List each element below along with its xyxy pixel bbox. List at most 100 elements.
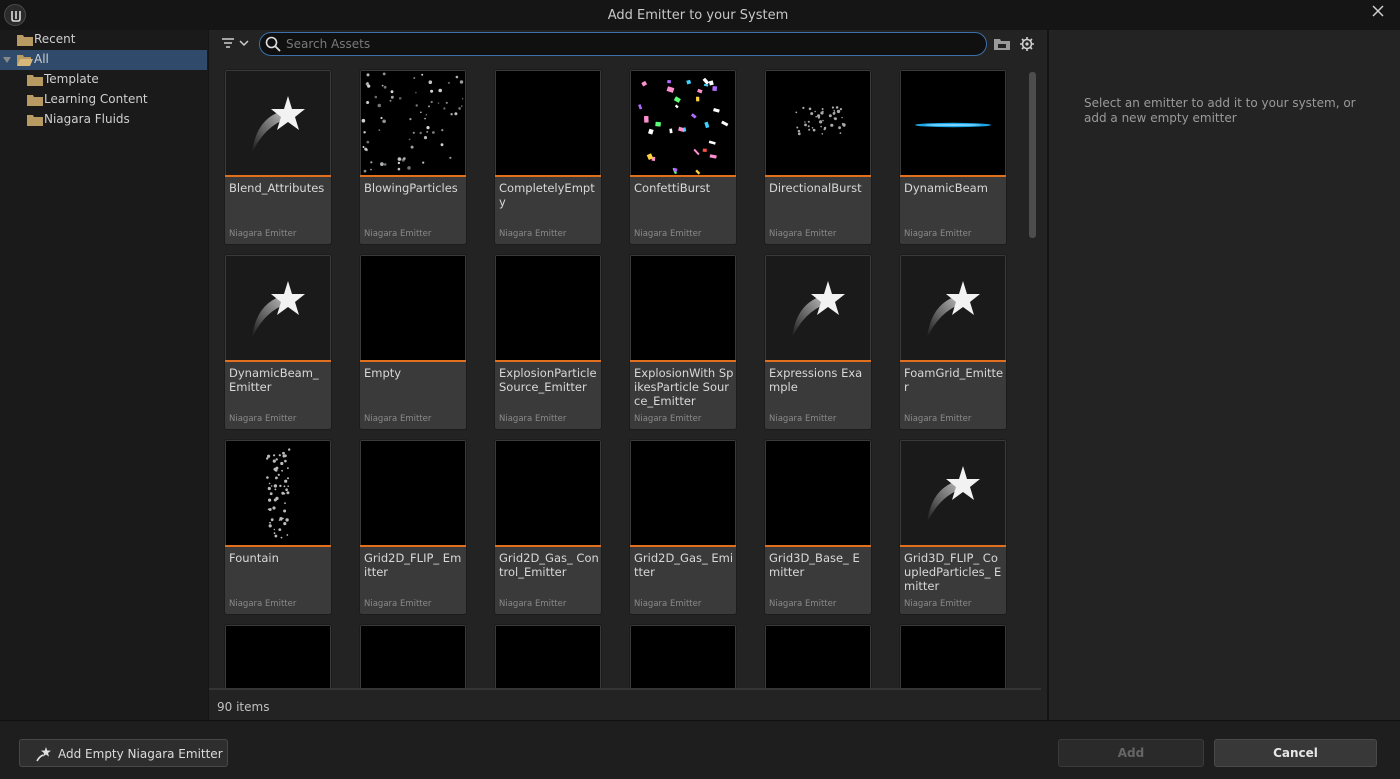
tree-item-all[interactable]: All (0, 50, 207, 70)
asset-tile[interactable]: Fountain Niagara Emitter (224, 439, 332, 615)
asset-tile[interactable]: ExplosionWith SpikesParticle Source_Emit… (629, 254, 737, 430)
asset-type: Niagara Emitter (769, 229, 837, 239)
asset-type: Niagara Emitter (499, 599, 567, 609)
asset-type-color-bar (900, 360, 1006, 362)
tree-item-label: Niagara Fluids (44, 112, 130, 126)
asset-tile[interactable]: Expressions Example Niagara Emitter (764, 254, 872, 430)
add-button[interactable]: Add (1058, 739, 1204, 767)
horizontal-divider (209, 688, 1041, 690)
emitter-thumbnail (631, 626, 735, 688)
asset-tile[interactable]: DirectionalBurst Niagara Emitter (764, 69, 872, 245)
add-empty-emitter-label: Add Empty Niagara Emitter (58, 747, 223, 761)
asset-type-color-bar (765, 360, 871, 362)
asset-tile[interactable]: Grid3D_FLIP_ CoupledParticles_ Emitter Ni… (899, 439, 1007, 615)
emitter-thumbnail (631, 256, 735, 360)
asset-tile[interactable]: Blend_Attributes Niagara Emitter (224, 69, 332, 245)
asset-name: Blend_Attributes (229, 181, 325, 195)
folder-icon (27, 115, 43, 126)
asset-tile[interactable]: ConfettiBurst Niagara Emitter (629, 69, 737, 245)
emitter-thumbnail-star-icon (901, 441, 1005, 545)
close-icon[interactable] (1370, 3, 1386, 19)
asset-name: Grid3D_FLIP_ CoupledParticles_ Emitter (904, 551, 1002, 593)
asset-tile[interactable]: Grid2D_Gas_ Control_Emitter Niagara Emitt… (494, 439, 602, 615)
gear-icon[interactable] (1018, 36, 1036, 52)
asset-name: Grid2D_FLIP_ Emitter (364, 551, 462, 579)
asset-tile[interactable]: DynamicBeam_ Emitter Niagara Emitter (224, 254, 332, 430)
asset-type: Niagara Emitter (229, 414, 297, 424)
tree-item-template[interactable]: Template (0, 70, 207, 90)
asset-type-color-bar (360, 175, 466, 177)
asset-name: BlowingParticles (364, 181, 458, 195)
emitter-thumbnail (496, 71, 600, 175)
asset-tile[interactable]: ExplosionParticle Source_Emitter Niagara … (494, 254, 602, 430)
asset-tile[interactable]: DynamicBeam Niagara Emitter (899, 69, 1007, 245)
asset-tile[interactable]: Grid3D_Base_ Emitter Niagara Emitter (764, 439, 872, 615)
asset-type-color-bar (900, 175, 1006, 177)
asset-type-color-bar (495, 175, 601, 177)
emitter-thumbnail (496, 626, 600, 688)
emitter-thumbnail (901, 71, 1005, 175)
asset-type: Niagara Emitter (904, 229, 972, 239)
tree-item-learning-content[interactable]: Learning Content (0, 90, 207, 110)
asset-type: Niagara Emitter (499, 414, 567, 424)
asset-tile[interactable]: FoamGrid_Emitter Niagara Emitter (899, 254, 1007, 430)
asset-tile[interactable] (629, 624, 737, 688)
emitter-thumbnail-star-icon (226, 71, 330, 175)
asset-tile[interactable]: Empty Niagara Emitter (359, 254, 467, 430)
asset-type-color-bar (765, 175, 871, 177)
tree-item-label: All (34, 52, 49, 66)
asset-tile[interactable]: Grid2D_FLIP_ Emitter Niagara Emitter (359, 439, 467, 615)
asset-browser: Blend_Attributes Niagara Emitter BlowingPa… (209, 30, 1047, 720)
asset-tile[interactable] (224, 624, 332, 688)
folder-tree: Recent All Template Learning Content Nia… (0, 30, 208, 720)
asset-name: Grid3D_Base_ Emitter (769, 551, 860, 579)
cancel-button[interactable]: Cancel (1214, 739, 1377, 767)
asset-type-color-bar (495, 360, 601, 362)
asset-name: ExplosionParticle Source_Emitter (499, 366, 597, 394)
emitter-thumbnail (226, 441, 330, 545)
emitter-thumbnail (766, 71, 870, 175)
asset-name: CompletelyEmpty (499, 181, 595, 209)
emitter-thumbnail-star-icon (226, 256, 330, 360)
asset-tile[interactable] (494, 624, 602, 688)
asset-tile[interactable]: CompletelyEmpty Niagara Emitter (494, 69, 602, 245)
filter-dropdown-button[interactable] (220, 35, 254, 53)
asset-type-color-bar (225, 360, 331, 362)
asset-name: ConfettiBurst (634, 181, 711, 195)
asset-name: ExplosionWith SpikesParticle Source_Emit… (634, 366, 734, 408)
asset-type: Niagara Emitter (769, 414, 837, 424)
search-input[interactable] (286, 36, 976, 52)
emitter-thumbnail (361, 71, 465, 175)
asset-type: Niagara Emitter (364, 414, 432, 424)
folder-view-icon[interactable] (993, 36, 1011, 52)
vertical-scrollbar[interactable] (1029, 72, 1036, 238)
asset-name: Grid2D_Gas_ Emitter (634, 551, 734, 579)
emitter-thumbnail (226, 626, 330, 688)
add-empty-emitter-button[interactable]: Add Empty Niagara Emitter (19, 739, 228, 767)
expand-arrow-icon[interactable] (3, 57, 11, 63)
asset-type-color-bar (360, 360, 466, 362)
asset-tile[interactable]: BlowingParticles Niagara Emitter (359, 69, 467, 245)
window-title: Add Emitter to your System (607, 8, 789, 23)
asset-name: Expressions Example (769, 366, 863, 394)
tree-item-niagara-fluids[interactable]: Niagara Fluids (0, 110, 207, 130)
emitter-thumbnail (631, 441, 735, 545)
tree-item-recent[interactable]: Recent (0, 30, 207, 50)
asset-type: Niagara Emitter (634, 414, 702, 424)
asset-tile[interactable] (899, 624, 1007, 688)
asset-type-color-bar (630, 360, 736, 362)
asset-type-color-bar (900, 545, 1006, 547)
item-count: 90 items (217, 700, 270, 714)
search-icon (265, 36, 281, 52)
asset-tile[interactable] (359, 624, 467, 688)
asset-type: Niagara Emitter (499, 229, 567, 239)
emitter-thumbnail (901, 626, 1005, 688)
asset-type: Niagara Emitter (229, 229, 297, 239)
asset-tile[interactable] (764, 624, 872, 688)
asset-type-color-bar (495, 545, 601, 547)
chevron-down-icon (239, 40, 249, 47)
tree-item-label: Recent (34, 32, 76, 46)
asset-tile[interactable]: Grid2D_Gas_ Emitter Niagara Emitter (629, 439, 737, 615)
asset-type: Niagara Emitter (769, 599, 837, 609)
asset-name: FoamGrid_Emitter (904, 366, 1004, 394)
